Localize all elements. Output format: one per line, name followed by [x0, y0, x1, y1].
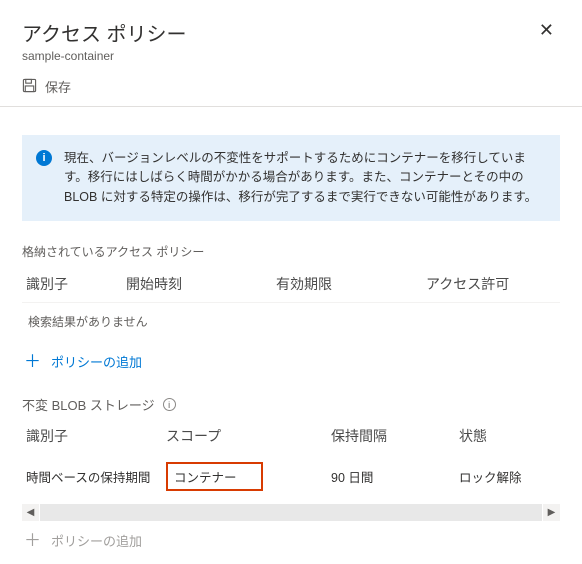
close-icon: ✕ [539, 20, 554, 40]
stored-policies-header: 識別子 開始時刻 有効期限 アクセス許可 [22, 268, 560, 303]
col-start-time: 開始時刻 [126, 274, 276, 294]
info-icon: i [36, 150, 52, 166]
stored-policies-empty: 検索結果がありません [22, 303, 560, 342]
row-identifier: 時間ベースの保持期間 [26, 467, 166, 486]
immutable-policy-row[interactable]: 時間ベースの保持期間 コンテナー 90 日間 ロック解除 [22, 454, 560, 501]
row-retention: 90 日間 [331, 467, 459, 486]
info-help-icon[interactable]: i [163, 398, 176, 411]
immutable-header: 識別子 スコープ 保持間隔 状態 [22, 422, 560, 454]
container-name: sample-container [22, 49, 187, 63]
row-status: ロック解除 [459, 467, 560, 486]
row-scope-highlighted: コンテナー [166, 462, 263, 491]
scroll-left-arrow[interactable]: ◀ [22, 504, 39, 521]
info-message-box: i 現在、バージョンレベルの不変性をサポートするためにコンテナーを移行しています… [22, 135, 560, 221]
horizontal-scrollbar[interactable]: ◀ ▶ [22, 503, 560, 521]
scroll-track[interactable] [40, 504, 542, 521]
add-immutable-policy-label: ポリシーの追加 [51, 531, 142, 550]
stored-policies-label: 格納されているアクセス ポリシー [22, 243, 560, 260]
save-button[interactable]: 保存 [22, 77, 71, 96]
col2-scope: スコープ [166, 426, 331, 446]
col-permissions: アクセス許可 [426, 274, 560, 294]
page-title: アクセス ポリシー [22, 18, 187, 47]
immutable-section-label: 不変 BLOB ストレージ i [22, 395, 560, 414]
plus-icon: ＋ [24, 532, 41, 549]
col2-status: 状態 [459, 426, 560, 446]
save-icon [22, 78, 37, 96]
col-identifier: 識別子 [26, 274, 126, 294]
close-button[interactable]: ✕ [533, 18, 560, 43]
scroll-right-arrow[interactable]: ▶ [543, 504, 560, 521]
info-message-text: 現在、バージョンレベルの不変性をサポートするためにコンテナーを移行しています。移… [64, 149, 544, 207]
col2-identifier: 識別子 [26, 426, 166, 446]
col2-retention: 保持間隔 [331, 426, 459, 446]
col-expiry: 有効期限 [276, 274, 426, 294]
save-label: 保存 [45, 77, 71, 96]
add-stored-policy-label: ポリシーの追加 [51, 352, 142, 371]
add-immutable-policy-button: ＋ ポリシーの追加 [22, 521, 144, 564]
plus-icon: ＋ [24, 353, 41, 370]
add-stored-policy-button[interactable]: ＋ ポリシーの追加 [22, 342, 144, 385]
